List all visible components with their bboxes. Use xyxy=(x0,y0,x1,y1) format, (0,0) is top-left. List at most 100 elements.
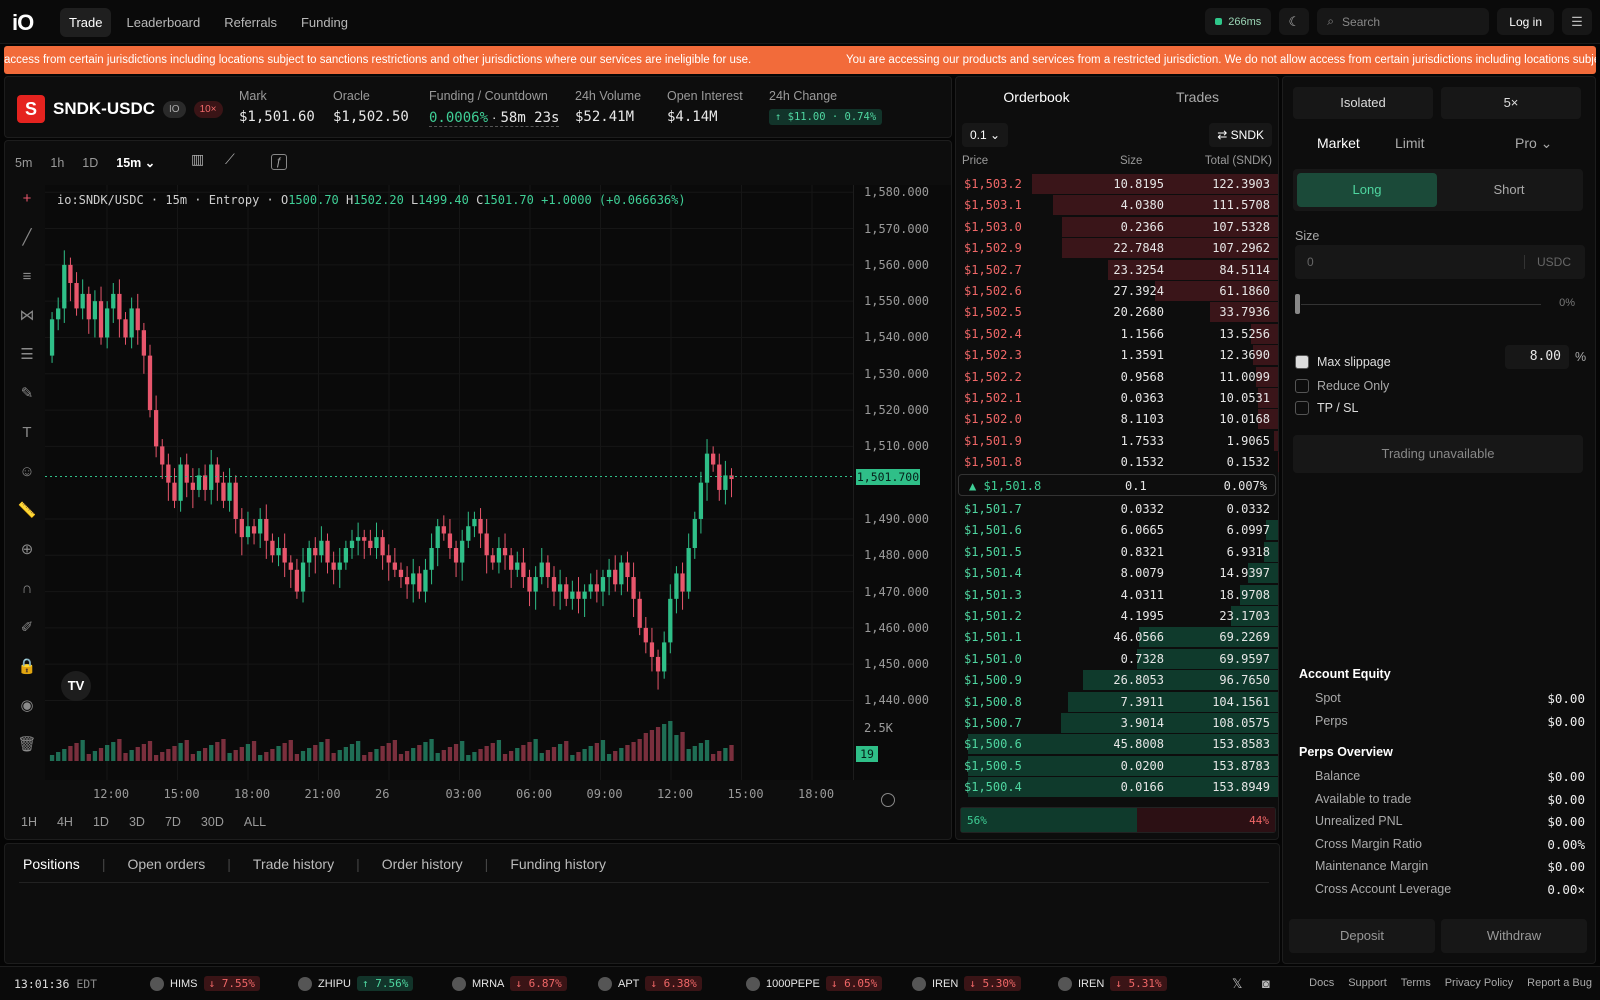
theme-toggle-button[interactable]: ☾ xyxy=(1279,8,1310,35)
ask-row[interactable]: $1,502.3 1.3591 12.3690 xyxy=(956,345,1278,366)
text-icon[interactable]: T xyxy=(22,421,31,445)
bid-row[interactable]: $1,501.3 4.0311 18.9708 xyxy=(956,584,1278,606)
tab-order-history[interactable]: Order history xyxy=(382,856,463,872)
bid-row[interactable]: $1,501.1 46.0566 69.2269 xyxy=(956,627,1278,648)
ticker-item[interactable]: HIMS ↓ 7.55% xyxy=(150,976,260,991)
tick-size-select[interactable]: 0.1 ⌄ xyxy=(962,123,1008,147)
bid-row[interactable]: $1,500.8 7.3911 104.1561 xyxy=(956,691,1278,713)
tab-orderbook[interactable]: Orderbook xyxy=(956,77,1117,117)
fib-icon[interactable]: ☰ xyxy=(20,343,33,367)
bid-row[interactable]: $1,501.6 6.0665 6.0997 xyxy=(956,520,1278,541)
ask-row[interactable]: $1,502.6 27.3924 61.1860 xyxy=(956,281,1278,302)
tab-market[interactable]: Market xyxy=(1317,135,1360,151)
eye-icon[interactable]: ◉ xyxy=(20,694,33,718)
tpsl-checkbox[interactable] xyxy=(1295,401,1309,415)
tab-trades[interactable]: Trades xyxy=(1117,77,1278,117)
market-selector[interactable]: S SNDK-USDC IO 10× xyxy=(17,95,223,123)
nav-trade[interactable]: Trade xyxy=(60,8,112,37)
candles-icon[interactable]: ▥ xyxy=(191,151,204,168)
range-1h[interactable]: 1H xyxy=(21,815,37,829)
ask-row[interactable]: $1,502.4 1.1566 13.5256 xyxy=(956,323,1278,345)
ask-row[interactable]: $1,502.5 20.2680 33.7936 xyxy=(956,302,1278,323)
tf-1d[interactable]: 1D xyxy=(82,156,98,170)
tab-trade-history[interactable]: Trade history xyxy=(253,856,334,872)
magnet-icon[interactable]: ∩ xyxy=(22,577,33,601)
link-privacy[interactable]: Privacy Policy xyxy=(1445,977,1513,989)
menu-button[interactable]: ☰ xyxy=(1562,8,1592,35)
range-all[interactable]: ALL xyxy=(244,815,266,829)
settings-icon[interactable] xyxy=(881,793,895,807)
ask-row[interactable]: $1,502.1 0.0363 10.0531 xyxy=(956,388,1278,409)
brush-icon[interactable]: ✎ xyxy=(21,382,34,406)
bid-row[interactable]: $1,501.5 0.8321 6.9318 xyxy=(956,541,1278,563)
pattern-icon[interactable]: ⋈ xyxy=(20,304,35,328)
bid-row[interactable]: $1,500.7 3.9014 108.0575 xyxy=(956,713,1278,734)
ask-row[interactable]: $1,502.2 0.9568 11.0099 xyxy=(956,366,1278,388)
range-7d[interactable]: 7D xyxy=(165,815,181,829)
x-social-icon[interactable]: 𝕏 xyxy=(1232,976,1242,992)
ticker-item[interactable]: IREN ↓ 5.31% xyxy=(1058,976,1167,991)
tab-funding-history[interactable]: Funding history xyxy=(510,856,606,872)
withdraw-button[interactable]: Withdraw xyxy=(1441,919,1587,953)
bid-row[interactable]: $1,501.0 0.7328 69.9597 xyxy=(956,648,1278,670)
unit-toggle[interactable]: ⇄ SNDK xyxy=(1209,123,1272,147)
ticker-item[interactable]: MRNA ↓ 6.87% xyxy=(452,976,567,991)
trash-icon[interactable]: 🗑 xyxy=(17,733,36,757)
range-3d[interactable]: 3D xyxy=(129,815,145,829)
tab-limit[interactable]: Limit xyxy=(1395,135,1425,151)
margin-mode-button[interactable]: Isolated xyxy=(1293,87,1433,119)
search-input[interactable]: ⌕ Search xyxy=(1317,8,1490,35)
logo[interactable]: iO xyxy=(12,10,44,35)
login-button[interactable]: Log in xyxy=(1497,8,1554,35)
deposit-button[interactable]: Deposit xyxy=(1289,919,1435,953)
ask-row[interactable]: $1,503.0 0.2366 107.5328 xyxy=(956,216,1278,238)
ask-row[interactable]: $1,502.0 8.1103 10.0168 xyxy=(956,409,1278,430)
short-button[interactable]: Short xyxy=(1439,173,1579,207)
tradingview-logo[interactable]: TV xyxy=(61,671,91,701)
ask-row[interactable]: $1,502.9 22.7848 107.2962 xyxy=(956,238,1278,259)
ask-row[interactable]: $1,501.8 0.1532 0.1532 xyxy=(956,452,1278,473)
ticker-item[interactable]: IREN ↓ 5.30% xyxy=(912,976,1021,991)
range-4h[interactable]: 4H xyxy=(57,815,73,829)
horizontal-lines-icon[interactable]: ≡ xyxy=(23,265,32,289)
leverage-button[interactable]: 5× xyxy=(1441,87,1581,119)
pencil-lock-icon[interactable]: ✐ xyxy=(21,616,34,640)
size-input[interactable]: 0 USDC xyxy=(1295,245,1585,279)
link-terms[interactable]: Terms xyxy=(1401,977,1431,989)
line-chart-icon[interactable]: ⟋ xyxy=(225,151,235,168)
long-button[interactable]: Long xyxy=(1297,173,1437,207)
range-30d[interactable]: 30D xyxy=(201,815,224,829)
tab-pro[interactable]: Pro ⌄ xyxy=(1515,135,1552,152)
ask-row[interactable]: $1,503.1 4.0380 111.5708 xyxy=(956,195,1278,216)
reduce-only-checkbox[interactable] xyxy=(1295,379,1309,393)
link-support[interactable]: Support xyxy=(1348,977,1387,989)
bid-row[interactable]: $1,501.4 8.0079 14.9397 xyxy=(956,563,1278,584)
discord-icon[interactable]: ◙ xyxy=(1262,976,1270,991)
link-docs[interactable]: Docs xyxy=(1309,977,1334,989)
bid-row[interactable]: $1,500.9 26.8053 96.7650 xyxy=(956,670,1278,691)
range-1d[interactable]: 1D xyxy=(93,815,109,829)
bid-row[interactable]: $1,501.7 0.0332 0.0332 xyxy=(956,499,1278,520)
tf-1h[interactable]: 1h xyxy=(50,156,64,170)
lock-icon[interactable]: 🔒 xyxy=(18,655,37,679)
nav-referrals[interactable]: Referrals xyxy=(215,8,286,37)
nav-leaderboard[interactable]: Leaderboard xyxy=(117,8,209,37)
bid-row[interactable]: $1,500.6 45.8008 153.8583 xyxy=(956,734,1278,755)
tf-15m[interactable]: 15m ⌄ xyxy=(116,155,155,170)
bid-row[interactable]: $1,501.2 4.1995 23.1703 xyxy=(956,606,1278,627)
time-axis[interactable]: 12:00 15:00 18:00 21:00 26 03:00 06:00 09:00 12:… xyxy=(45,781,853,807)
submit-order-button[interactable]: Trading unavailable xyxy=(1293,435,1583,473)
ask-row[interactable]: $1,501.9 1.7533 1.9065 xyxy=(956,430,1278,452)
zoom-icon[interactable]: ⊕ xyxy=(21,538,34,562)
ticker-item[interactable]: 1000PEPE ↓ 6.05% xyxy=(746,976,883,991)
tab-open-orders[interactable]: Open orders xyxy=(127,856,205,872)
emoji-icon[interactable]: ☺ xyxy=(19,460,34,484)
slider-handle[interactable] xyxy=(1295,294,1300,314)
tf-5m[interactable]: 5m xyxy=(15,156,32,170)
ask-row[interactable]: $1,503.2 10.8195 122.3903 xyxy=(956,174,1278,195)
trendline-icon[interactable]: ╱ xyxy=(22,226,31,250)
price-axis[interactable]: 1,580.000 1,570.000 1,560.000 1,550.000 1,54… xyxy=(853,185,951,780)
bid-row[interactable]: $1,500.4 0.0166 153.8949 xyxy=(956,777,1278,798)
slippage-input[interactable]: 8.00 xyxy=(1505,345,1569,369)
link-report-bug[interactable]: Report a Bug xyxy=(1527,977,1592,989)
